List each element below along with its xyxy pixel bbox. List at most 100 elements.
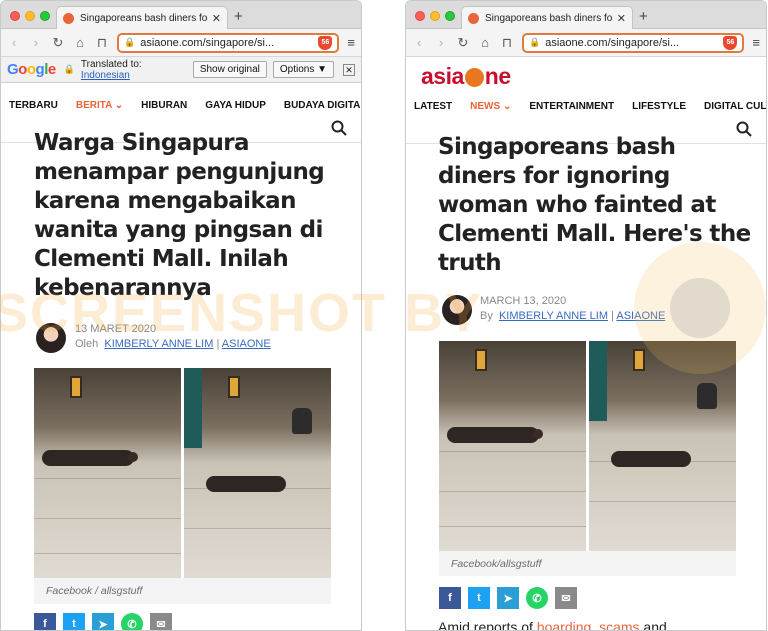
browser-tab[interactable]: Singaporeans bash diners for ignoring ✕: [56, 6, 228, 29]
tab-bar: Singaporeans bash diners for ignoring ✕ …: [406, 1, 766, 29]
tab-close-icon[interactable]: ✕: [212, 12, 221, 25]
photo-caption: Facebook / allsgstuff: [34, 578, 331, 604]
figure-head: [533, 429, 543, 439]
language-select[interactable]: Indonesian: [81, 70, 130, 81]
home-icon[interactable]: ⌂: [478, 35, 492, 50]
teal-pillar: [184, 368, 202, 448]
fainted-woman-figure: [447, 427, 539, 443]
nav-item-news[interactable]: NEWS ⌄: [470, 101, 511, 112]
facebook-icon[interactable]: f: [439, 587, 461, 609]
bookmark-icon[interactable]: ⊓: [500, 35, 514, 51]
nav-item-terbaru[interactable]: TERBARU: [9, 100, 58, 111]
twitter-icon[interactable]: t: [468, 587, 490, 609]
url-text: asiaone.com/singapore/si...: [140, 36, 275, 49]
article-body: Amid reports of hoarding, scams and: [438, 619, 667, 631]
window-controls: [10, 11, 50, 21]
tab-close-icon[interactable]: ✕: [617, 12, 626, 25]
close-window-button[interactable]: [415, 11, 425, 21]
nav-item-entertainment[interactable]: ENTERTAINMENT: [529, 101, 614, 112]
nav-item-latest[interactable]: LATEST: [414, 101, 452, 112]
nav-item-berita[interactable]: BERITA ⌄: [76, 100, 123, 111]
home-icon[interactable]: ⌂: [73, 35, 87, 50]
close-translate-icon[interactable]: ✕: [343, 63, 355, 76]
minimize-window-button[interactable]: [25, 11, 35, 21]
asiaone-favicon-icon: [468, 12, 479, 24]
author-avatar: [36, 323, 66, 353]
forward-icon[interactable]: ›: [29, 35, 43, 50]
author-link[interactable]: KIMBERLY ANNE LIM: [104, 338, 213, 350]
new-tab-icon[interactable]: +: [639, 8, 648, 25]
nav-item-hiburan[interactable]: HIBURAN: [141, 100, 187, 111]
hamburger-menu-icon[interactable]: ≡: [752, 35, 760, 50]
telegram-icon[interactable]: ➤: [497, 587, 519, 609]
maximize-window-button[interactable]: [445, 11, 455, 21]
chevron-down-icon: ⌄: [502, 100, 512, 112]
article-byline: 13 MARET 2020 Oleh KIMBERLY ANNE LIM | A…: [75, 322, 271, 352]
hamburger-menu-icon[interactable]: ≡: [347, 35, 355, 50]
comparison-screenshot: Singaporeans bash diners for ignoring ✕ …: [0, 0, 768, 631]
back-icon[interactable]: ‹: [7, 35, 21, 50]
twitter-icon[interactable]: t: [63, 613, 85, 630]
minimize-window-button[interactable]: [430, 11, 440, 21]
forward-icon[interactable]: ›: [434, 35, 448, 50]
whatsapp-icon[interactable]: ✆: [526, 587, 548, 609]
author-avatar: [442, 295, 472, 325]
nav-item-budaya-digital[interactable]: BUDAYA DIGITAL: [284, 100, 361, 111]
maximize-window-button[interactable]: [40, 11, 50, 21]
by-label: By: [480, 310, 493, 322]
publish-date: MARCH 13, 2020: [480, 295, 567, 307]
tab-title: Singaporeans bash diners for ignoring: [80, 12, 208, 24]
logo-text-left: asia: [421, 63, 464, 89]
share-bar: f t ➤ ✆ ✉: [34, 613, 172, 630]
browser-tab[interactable]: Singaporeans bash diners for ignoring ✕: [461, 6, 633, 29]
whatsapp-icon[interactable]: ✆: [121, 613, 143, 630]
new-tab-icon[interactable]: +: [234, 8, 243, 25]
show-original-button[interactable]: Show original: [192, 61, 267, 78]
body-prefix: Amid reports of: [438, 619, 537, 631]
crouching-man-figure: [697, 383, 717, 409]
site-nav-menu: LATEST NEWS ⌄ ENTERTAINMENT LIFESTYLE DI…: [406, 93, 766, 119]
brave-shield-icon[interactable]: 56: [723, 35, 738, 50]
crouching-man-figure: [292, 408, 312, 434]
nav-item-lifestyle[interactable]: LIFESTYLE: [632, 101, 686, 112]
byline-separator: |: [611, 310, 614, 322]
options-button[interactable]: Options ▼: [272, 61, 334, 78]
asiaone-logo[interactable]: asia ne: [406, 57, 766, 93]
teal-pillar: [589, 341, 607, 421]
chevron-down-icon: ⌄: [114, 99, 124, 111]
logo-text-right: ne: [484, 63, 511, 89]
reload-icon[interactable]: ↻: [456, 35, 470, 51]
google-translate-bar: Google 🔒 Translated to: Indonesian Show …: [1, 57, 361, 83]
close-window-button[interactable]: [10, 11, 20, 21]
email-icon[interactable]: ✉: [150, 613, 172, 630]
lock-icon: 🔒: [529, 37, 541, 47]
publisher-link[interactable]: ASIAONE: [222, 338, 271, 350]
seal-center: [670, 278, 730, 338]
nav-item-label: NEWS: [470, 100, 501, 112]
brave-shield-icon[interactable]: 56: [318, 35, 333, 50]
address-bar[interactable]: 🔒 asiaone.com/singapore/si... 56: [117, 32, 340, 53]
figure-head: [128, 452, 138, 462]
author-link[interactable]: KIMBERLY ANNE LIM: [499, 310, 608, 322]
poster-icon: [633, 349, 645, 371]
by-label: Oleh: [75, 338, 99, 350]
fainted-woman-figure: [206, 476, 286, 492]
nav-item-digital-culture[interactable]: DIGITAL CULTURE: [704, 101, 766, 112]
telegram-icon[interactable]: ➤: [92, 613, 114, 630]
lock-icon: 🔒: [124, 37, 136, 47]
translated-to-label: Translated to:: [80, 58, 142, 70]
email-icon[interactable]: ✉: [555, 587, 577, 609]
window-controls: [415, 11, 455, 21]
poster-icon: [228, 376, 240, 398]
facebook-icon[interactable]: f: [34, 613, 56, 630]
body-suffix: and: [639, 619, 667, 631]
nav-item-gaya-hidup[interactable]: GAYA HIDUP: [205, 100, 266, 111]
reload-icon[interactable]: ↻: [51, 35, 65, 51]
photo-panel-helper: [184, 368, 331, 578]
tab-title: Singaporeans bash diners for ignoring: [485, 12, 613, 24]
back-icon[interactable]: ‹: [412, 35, 426, 50]
nav-item-label: BERITA: [75, 99, 112, 111]
body-link[interactable]: hoarding, scams: [537, 619, 640, 630]
address-bar[interactable]: 🔒 asiaone.com/singapore/si... 56: [522, 32, 745, 53]
bookmark-icon[interactable]: ⊓: [95, 35, 109, 51]
